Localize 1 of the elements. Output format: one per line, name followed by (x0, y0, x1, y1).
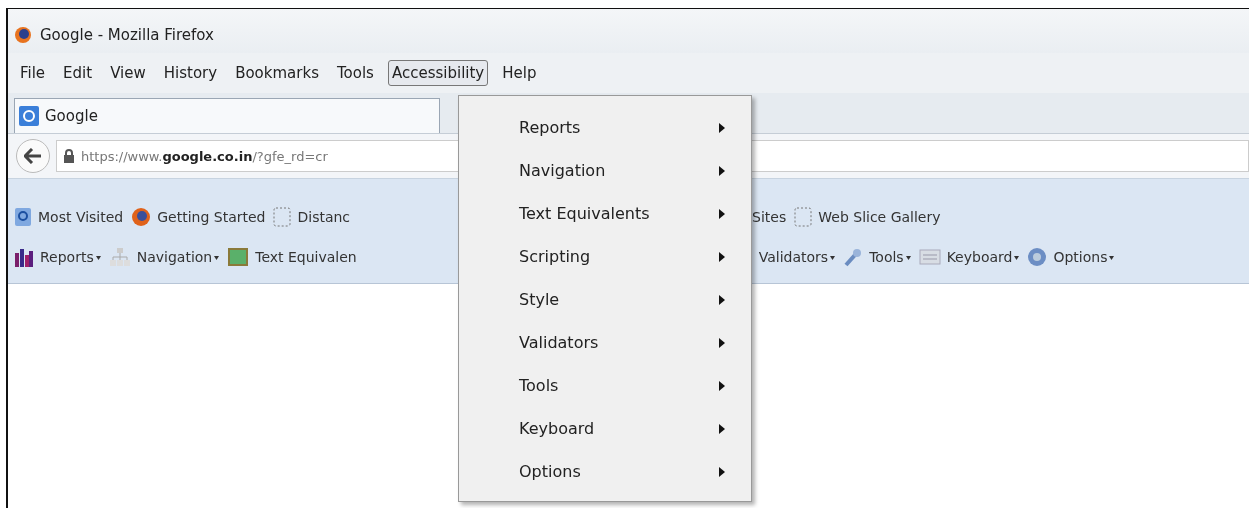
window-title: Google - Mozilla Firefox (40, 26, 214, 44)
